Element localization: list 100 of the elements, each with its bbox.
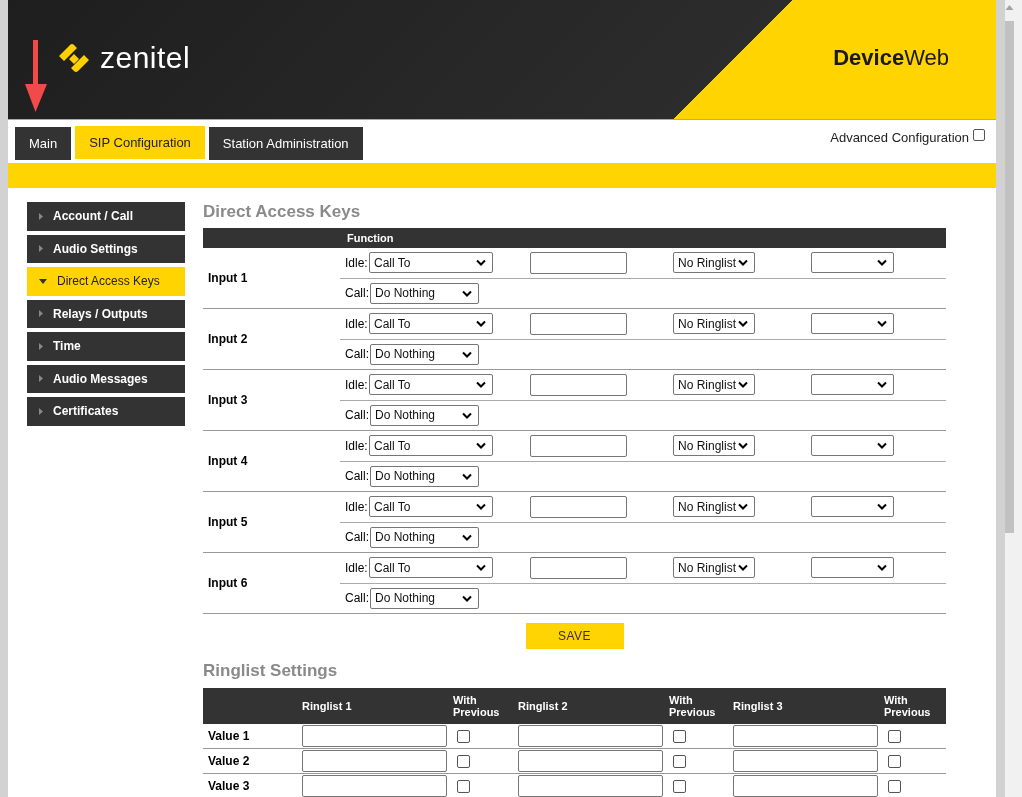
number-input[interactable] <box>530 312 627 335</box>
with-previous-checkbox[interactable] <box>457 754 470 768</box>
caret-right-icon <box>39 407 43 415</box>
dropdown[interactable] <box>811 496 894 518</box>
ringlist-input[interactable] <box>518 775 663 797</box>
chevron-down-icon <box>877 503 887 511</box>
dropdown[interactable]: Do Nothing <box>370 404 479 426</box>
sidebar-item[interactable]: Account / Call <box>27 202 185 233</box>
idle-label: Idle: <box>344 438 369 453</box>
dropdown[interactable]: Call To <box>369 374 493 396</box>
dropdown[interactable] <box>811 435 894 457</box>
dropdown[interactable]: No Ringlist <box>673 496 755 518</box>
dropdown[interactable] <box>811 252 894 274</box>
advanced-configuration-checkbox[interactable] <box>973 129 985 141</box>
input-label: Input 5 <box>207 514 249 531</box>
number-input[interactable] <box>530 495 627 518</box>
row-label: Value 1 <box>208 729 250 743</box>
sidebar-item[interactable]: Direct Access Keys <box>27 267 185 298</box>
column-header: Ringlist 1 <box>302 700 352 712</box>
sidebar-item[interactable]: Relays / Outputs <box>27 299 185 330</box>
dropdown[interactable]: No Ringlist <box>673 557 755 579</box>
call-label: Call: <box>344 286 369 301</box>
caret-right-icon <box>39 375 43 383</box>
table-header: Function <box>203 228 946 248</box>
with-previous-checkbox[interactable] <box>457 729 470 743</box>
save-button[interactable]: SAVE <box>525 623 624 649</box>
dropdown[interactable] <box>811 374 894 396</box>
dropdown[interactable]: Do Nothing <box>370 526 479 548</box>
dropdown[interactable]: No Ringlist <box>673 313 755 335</box>
number-input[interactable] <box>530 434 627 457</box>
call-label: Call: <box>344 530 369 545</box>
input-label: Input 6 <box>207 575 249 592</box>
with-previous-checkbox[interactable] <box>457 779 470 793</box>
caret-right-icon <box>39 310 43 318</box>
with-previous-checkbox[interactable] <box>673 779 686 793</box>
chevron-down-icon <box>476 259 486 267</box>
nav-tab[interactable]: Station Administration <box>208 127 363 160</box>
chevron-down-icon <box>462 533 472 541</box>
down-arrow-icon <box>25 40 47 112</box>
with-previous-checkbox[interactable] <box>888 729 901 743</box>
chevron-down-icon <box>877 381 887 389</box>
ringlist-input[interactable] <box>518 725 663 747</box>
number-input[interactable] <box>530 373 627 396</box>
idle-label: Idle: <box>344 499 369 514</box>
dropdown[interactable]: Call To <box>369 313 493 335</box>
nav-tab[interactable]: Main <box>15 127 72 160</box>
section-title: Direct Access Keys <box>203 202 362 223</box>
dropdown[interactable]: Call To <box>369 252 493 274</box>
number-input[interactable] <box>530 556 627 579</box>
dropdown[interactable]: Do Nothing <box>370 465 479 487</box>
call-label: Call: <box>344 408 369 423</box>
chevron-down-icon <box>462 289 472 297</box>
column-header: Ringlist 3 <box>733 700 783 712</box>
caret-down-icon <box>39 278 47 284</box>
chevron-down-icon <box>476 320 486 328</box>
ringlist-input[interactable] <box>733 750 878 772</box>
idle-label: Idle: <box>344 560 369 575</box>
advanced-configuration-label: Advanced Configuration <box>830 130 969 145</box>
sidebar-item[interactable]: Audio Settings <box>27 234 185 265</box>
chevron-down-icon <box>462 350 472 358</box>
scrollbar-thumb[interactable] <box>1005 21 1014 533</box>
brand-name: zenitel <box>100 40 191 75</box>
sidebar-item[interactable]: Audio Messages <box>27 364 185 395</box>
chevron-down-icon <box>476 442 486 450</box>
product-name: DeviceWeb <box>833 44 949 71</box>
dropdown[interactable]: No Ringlist <box>673 374 755 396</box>
chevron-down-icon <box>738 259 748 267</box>
dropdown[interactable] <box>811 557 894 579</box>
dropdown[interactable]: Call To <box>369 496 493 518</box>
dropdown[interactable]: Do Nothing <box>370 343 479 365</box>
ringlist-input[interactable] <box>518 750 663 772</box>
dropdown[interactable] <box>811 313 894 335</box>
chevron-down-icon <box>877 442 887 450</box>
dropdown[interactable]: Do Nothing <box>370 282 479 304</box>
sidebar-item[interactable]: Time <box>27 332 185 363</box>
sidebar-item[interactable]: Certificates <box>27 397 185 428</box>
with-previous-checkbox[interactable] <box>673 729 686 743</box>
dropdown[interactable]: No Ringlist <box>673 435 755 457</box>
column-header: With Previous <box>884 694 932 718</box>
input-label: Input 3 <box>207 392 249 409</box>
caret-right-icon <box>39 342 43 350</box>
chevron-down-icon <box>462 594 472 602</box>
ringlist-input[interactable] <box>302 750 447 772</box>
dropdown[interactable]: No Ringlist <box>673 252 755 274</box>
dropdown[interactable]: Do Nothing <box>370 587 479 609</box>
dropdown[interactable]: Call To <box>369 557 493 579</box>
chevron-down-icon <box>476 381 486 389</box>
ringlist-input[interactable] <box>302 725 447 747</box>
dropdown[interactable]: Call To <box>369 435 493 457</box>
number-input[interactable] <box>530 251 627 274</box>
row-label: Value 3 <box>208 779 250 793</box>
caret-right-icon <box>39 245 43 253</box>
with-previous-checkbox[interactable] <box>888 754 901 768</box>
chevron-down-icon <box>462 411 472 419</box>
ringlist-input[interactable] <box>733 725 878 747</box>
with-previous-checkbox[interactable] <box>673 754 686 768</box>
with-previous-checkbox[interactable] <box>888 779 901 793</box>
nav-tab[interactable]: SIP Configuration <box>75 126 205 159</box>
ringlist-input[interactable] <box>733 775 878 797</box>
ringlist-input[interactable] <box>302 775 447 797</box>
